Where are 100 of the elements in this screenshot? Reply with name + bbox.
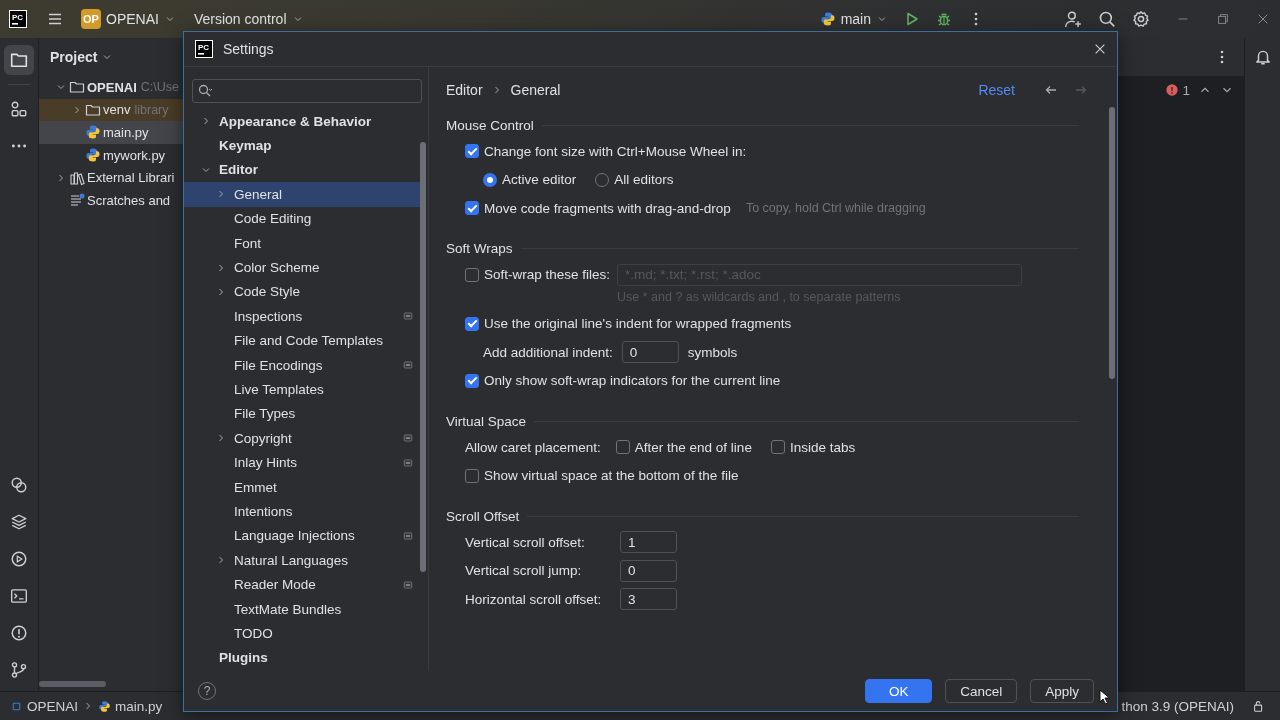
checkbox[interactable] — [770, 440, 785, 455]
project-tree-item[interactable]: venv library — [39, 98, 184, 122]
section-title: Mouse Control — [446, 117, 534, 133]
run-icon[interactable] — [904, 11, 920, 27]
git-icon[interactable] — [10, 661, 28, 679]
settings-tree-item[interactable]: TextMate Bundles — [184, 596, 420, 622]
settings-tree-item[interactable]: Code Editing — [184, 206, 420, 231]
scratches-icon — [69, 192, 85, 209]
problems-icon[interactable] — [10, 624, 28, 642]
checkbox-label[interactable]: Inside tabs — [789, 439, 856, 455]
project-tree-item[interactable]: Scratches and — [39, 188, 184, 212]
settings-tree-item[interactable]: Reader Mode — [184, 572, 420, 597]
settings-tree-item[interactable]: Inspections — [184, 304, 420, 329]
scrollbar-thumb[interactable] — [420, 142, 426, 572]
checkbox[interactable] — [615, 440, 630, 455]
settings-tree-item[interactable]: Inlay Hints — [184, 450, 420, 475]
hint-text: To copy, hold Ctrl while dragging — [745, 201, 926, 216]
path-crumb[interactable]: main.py — [98, 698, 163, 714]
number-field[interactable]: 3 — [620, 588, 677, 611]
settings-icon[interactable] — [1132, 10, 1150, 28]
path-crumb[interactable]: OPENAI — [10, 698, 78, 714]
settings-tree-item[interactable]: Live Templates — [184, 377, 420, 402]
close-icon[interactable] — [1256, 12, 1270, 26]
dialog-title: Settings — [223, 41, 274, 57]
settings-tree-item[interactable]: Code Style — [184, 279, 420, 305]
settings-tree-item[interactable]: Copyright — [184, 426, 420, 451]
settings-tree-item[interactable]: Color Scheme — [184, 255, 420, 280]
radio-button[interactable] — [483, 172, 497, 187]
folder-icon — [69, 79, 85, 96]
breadcrumb[interactable]: Editor — [446, 82, 483, 98]
settings-tree-item[interactable]: Keymap — [184, 133, 420, 158]
project-tree-item[interactable]: OPENAI C:\Use — [39, 76, 184, 99]
checkbox[interactable] — [465, 144, 479, 159]
settings-tree-item[interactable]: Natural Languages — [184, 548, 420, 573]
radio-label[interactable]: Active editor — [502, 172, 577, 188]
settings-tree-item[interactable]: Plugins — [184, 645, 420, 670]
reset-link[interactable]: Reset — [978, 82, 1015, 98]
bell-icon[interactable] — [1253, 48, 1272, 66]
panel-title[interactable]: Project — [39, 38, 184, 76]
project-tree-item[interactable]: main.py — [39, 121, 184, 144]
interpreter-label[interactable]: thon 3.9 (OPENAI) — [1121, 698, 1234, 714]
layers-icon[interactable] — [10, 513, 28, 531]
python-icon — [819, 11, 836, 27]
mouse-pointer-icon — [1097, 689, 1111, 707]
scrollbar-thumb[interactable] — [1109, 107, 1115, 379]
checkbox[interactable] — [465, 201, 479, 216]
close-icon[interactable] — [1093, 42, 1107, 56]
dialog-logo: PC — [195, 40, 213, 58]
settings-tree-item[interactable]: Language Injections — [184, 523, 420, 549]
tool-window-button[interactable] — [4, 45, 34, 75]
folder-icon — [10, 51, 28, 69]
settings-tree-item[interactable]: Emmet — [184, 474, 420, 500]
settings-tree-item[interactable]: General — [184, 182, 420, 207]
checkbox-label[interactable]: Show virtual space at the bottom of the file — [484, 468, 739, 484]
checkbox-label[interactable]: Move code fragments with drag-and-drop — [484, 200, 731, 216]
checkbox[interactable] — [465, 267, 479, 282]
checkbox-label[interactable]: After the end of line — [634, 439, 752, 455]
menu-icon[interactable] — [47, 11, 63, 27]
python-console-icon[interactable] — [10, 476, 28, 494]
checkbox-label[interactable]: Soft-wrap these files: — [484, 266, 611, 282]
dialog-button[interactable]: Cancel — [945, 679, 1018, 703]
settings-tree-item[interactable]: Appearance & Behavior — [184, 109, 420, 134]
checkbox[interactable] — [465, 373, 479, 388]
project-tree-item[interactable]: mywork.py — [39, 143, 184, 167]
scrollbar-thumb[interactable] — [39, 681, 106, 687]
number-field[interactable]: 0 — [620, 559, 677, 582]
settings-tree-item[interactable]: Editor — [184, 157, 420, 183]
checkbox-label[interactable]: Use the original line's indent for wrapped fragments — [484, 316, 792, 332]
checkbox[interactable] — [465, 468, 479, 483]
settings-tree-item[interactable]: Intentions — [184, 499, 420, 524]
search-icon[interactable] — [1098, 10, 1116, 28]
breadcrumb[interactable]: General — [510, 82, 561, 98]
settings-tree-item[interactable]: TODO — [184, 621, 420, 646]
settings-tree-item[interactable]: File and Code Templates — [184, 328, 420, 353]
project-switcher[interactable]: OP OPENAI — [81, 9, 176, 29]
dialog-button[interactable]: Apply — [1030, 679, 1094, 703]
settings-tree-item[interactable]: File Encodings — [184, 352, 420, 378]
vcs-menu[interactable]: Version control — [193, 11, 304, 27]
search-field[interactable] — [192, 79, 422, 103]
bug-icon[interactable] — [936, 11, 952, 27]
checkbox[interactable] — [465, 316, 479, 331]
problems-counter[interactable]: 1 — [1165, 82, 1190, 98]
settings-tree-item[interactable]: File Types — [184, 401, 420, 427]
python-icon — [85, 147, 101, 164]
field-label: Vertical scroll jump: — [465, 563, 583, 579]
checkbox-label[interactable]: Only show soft-wrap indicators for the current line — [484, 373, 781, 389]
number-field[interactable]: 0 — [621, 341, 679, 364]
number-field[interactable]: 1 — [620, 531, 677, 554]
run-configuration[interactable]: main — [819, 11, 888, 27]
structure-icon[interactable] — [10, 100, 28, 118]
terminal-icon[interactable] — [10, 587, 28, 605]
restore-icon[interactable] — [1216, 12, 1230, 26]
field-label: Allow caret placement: — [465, 439, 601, 455]
add-user-icon[interactable] — [1064, 10, 1082, 28]
radio-label[interactable]: All editors — [614, 172, 674, 188]
ok-button[interactable]: OK — [865, 679, 933, 703]
run-icon[interactable] — [10, 550, 28, 568]
checkbox-label[interactable]: Change font size with Ctrl+Mouse Wheel in: — [484, 143, 747, 159]
project-tree-item[interactable]: External Librari — [39, 166, 184, 189]
settings-tree-item[interactable]: Font — [184, 230, 420, 256]
